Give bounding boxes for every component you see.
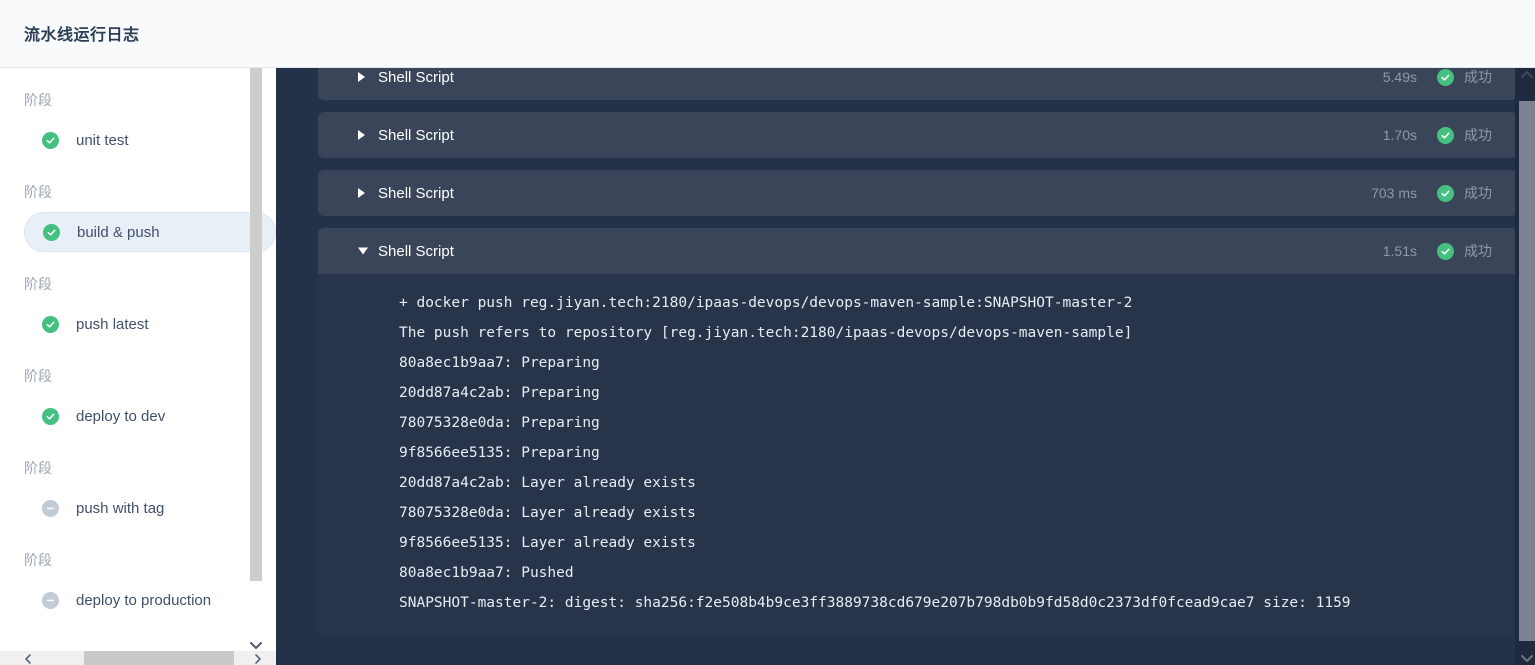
log-line: 9f8566ee5135: Preparing [399,445,600,461]
log-step-header[interactable]: Shell Script 1.51s 成功 [318,228,1517,274]
caret-right-icon[interactable] [358,130,365,140]
log-vertical-scrollbar-thumb[interactable] [1519,101,1535,641]
step-list: Shell Script 5.49s 成功 Shell Script 1.70s 成功 Sh… [300,68,1535,636]
sidebar-horizontal-scrollbar[interactable] [0,651,276,665]
log-step-title: Shell Script [378,242,454,260]
log-line: 80a8ec1b9aa7: Pushed [399,565,574,581]
stage-group: 阶段 deploy to production [0,528,276,620]
check-circle-icon [1437,242,1454,260]
sidebar-item-push-with-tag[interactable]: push with tag [24,488,266,528]
status-badge: 成功 [1464,185,1492,201]
stage-group: 阶段 unit test [0,68,276,160]
stage-group: 阶段 push latest [0,252,276,344]
log-line: 80a8ec1b9aa7: Preparing [399,355,600,371]
sidebar-item-label: deploy to production [76,591,212,609]
chevron-down-icon[interactable] [1519,651,1535,665]
stage-group: 阶段 deploy to dev [0,344,276,436]
log-line: SNAPSHOT-master-2: digest: sha256:f2e508… [399,595,1351,611]
stage-group-label: 阶段 [24,368,52,384]
chevron-left-icon[interactable] [22,652,34,664]
log-line: 78075328e0da: Layer already exists [399,505,696,521]
log-output: + docker push reg.jiyan.tech:2180/ipaas-… [318,274,1517,636]
sidebar-item-label: deploy to dev [76,407,166,425]
status-badge: 成功 [1464,243,1492,259]
log-step-header[interactable]: Shell Script 1.70s 成功 [318,112,1517,158]
stage-group-label: 阶段 [24,184,52,200]
log-line: 20dd87a4c2ab: Preparing [399,385,600,401]
log-step-header[interactable]: Shell Script 703 ms 成功 [318,170,1517,216]
sidebar-horizontal-scrollbar-thumb[interactable] [84,651,234,665]
sidebar-item-build-push[interactable]: build & push [24,212,276,252]
log-step-title: Shell Script [378,126,454,144]
minus-circle-icon [42,591,59,609]
log-step-meta: 1.51s 成功 [1383,241,1492,261]
check-circle-icon [1437,184,1454,202]
chevron-right-icon[interactable] [252,652,264,664]
stage-group-label: 阶段 [24,460,52,476]
check-circle-icon [1437,68,1454,86]
log-panel: Shell Script 5.49s 成功 Shell Script 1.70s 成功 Sh… [300,68,1535,665]
log-step-duration: 5.49s [1382,69,1417,85]
minus-circle-icon [42,499,59,517]
check-circle-icon [1437,126,1454,144]
log-step-title: Shell Script [378,68,454,86]
log-line: The push refers to repository [reg.jiyan… [399,325,1133,341]
stage-group: 阶段 push with tag [0,436,276,528]
status-badge: 成功 [1464,127,1492,143]
sidebar-item-label: build & push [77,223,160,241]
stage-group-label: 阶段 [24,276,52,292]
log-step: Shell Script 1.51s 成功 + docker push reg.jiy… [318,228,1517,636]
check-circle-icon [43,223,60,241]
check-circle-icon [42,131,59,149]
sidebar-item-deploy-to-dev[interactable]: deploy to dev [24,396,266,436]
log-step-header[interactable]: Shell Script 5.49s 成功 [318,68,1517,100]
stage-group-label: 阶段 [24,92,52,108]
log-step: Shell Script 5.49s 成功 [318,68,1517,100]
log-step: Shell Script 1.70s 成功 [318,112,1517,158]
log-step-meta: 1.70s 成功 [1383,125,1492,145]
stage-group: 阶段 build & push [0,160,276,252]
body-container: 阶段 unit test 阶段 build & push 阶段 push latest 阶段… [0,68,1535,665]
log-step-title: Shell Script [378,184,454,202]
log-step-duration: 1.70s [1382,127,1417,143]
log-step-meta: 703 ms 成功 [1371,183,1492,203]
log-line: 9f8566ee5135: Layer already exists [399,535,696,551]
caret-right-icon[interactable] [358,188,365,198]
sidebar-item-unit-test[interactable]: unit test [24,120,266,160]
log-line: + docker push reg.jiyan.tech:2180/ipaas-… [399,295,1133,311]
sidebar-vertical-scrollbar[interactable] [250,68,262,665]
status-badge: 成功 [1464,69,1492,85]
log-line: 78075328e0da: Preparing [399,415,600,431]
check-circle-icon [42,315,59,333]
log-line: 20dd87a4c2ab: Layer already exists [399,475,696,491]
app-header: 流水线运行日志 [0,0,1535,68]
stage-group-label: 阶段 [24,552,52,568]
caret-right-icon[interactable] [358,72,365,82]
page-title: 流水线运行日志 [24,27,140,44]
check-circle-icon [42,407,59,425]
caret-down-icon[interactable] [358,247,368,255]
sidebar-item-deploy-to-production[interactable]: deploy to production [24,580,266,620]
stage-sidebar: 阶段 unit test 阶段 build & push 阶段 push latest 阶段… [0,68,276,665]
log-step-duration: 1.51s [1382,243,1417,259]
stage-list: 阶段 unit test 阶段 build & push 阶段 push latest 阶段… [0,68,276,620]
sidebar-item-label: push with tag [76,499,165,517]
log-vertical-scrollbar[interactable] [1515,68,1535,665]
sidebar-item-push-latest[interactable]: push latest [24,304,266,344]
log-step: Shell Script 703 ms 成功 [318,170,1517,216]
sidebar-vertical-scrollbar-thumb[interactable] [250,68,262,581]
sidebar-item-label: unit test [76,131,129,149]
log-step-meta: 5.49s 成功 [1383,68,1492,87]
chevron-up-icon[interactable] [1519,68,1535,82]
log-step-duration: 703 ms [1371,185,1417,201]
sidebar-item-label: push latest [76,315,149,333]
